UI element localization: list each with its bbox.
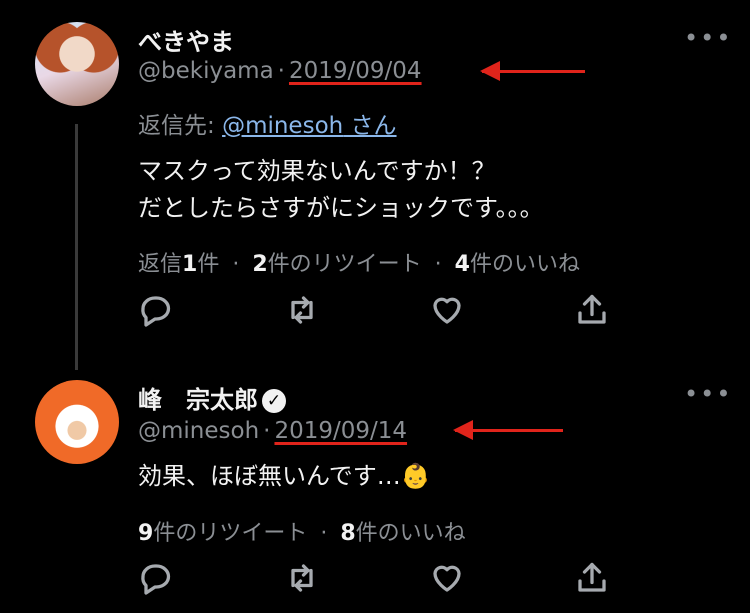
tweet1-meta-separator: ·	[277, 58, 285, 84]
annotation-arrow-2	[453, 420, 563, 440]
reply-to-suffix: さん	[343, 113, 397, 139]
retweets-stat[interactable]: 9件のリツイート	[138, 521, 307, 546]
likes-count: 4	[454, 252, 470, 277]
retweet-icon[interactable]	[284, 292, 320, 328]
verified-badge-icon: ✓	[262, 389, 286, 413]
retweets-stat[interactable]: 2件のリツイート	[252, 252, 421, 277]
stats-separator: ·	[434, 252, 442, 277]
tweet1-meta: @bekiyama · 2019/09/04	[138, 58, 422, 84]
stats-separator: ·	[320, 521, 328, 546]
tweet2-more-icon[interactable]: •••	[684, 380, 732, 408]
tweet2-meta-separator: ·	[263, 418, 271, 444]
heart-icon[interactable]	[429, 560, 465, 596]
tweet2-name-row: 峰 宗太郎 ✓	[138, 380, 286, 415]
retweets-count: 2	[252, 252, 268, 277]
share-icon[interactable]	[574, 560, 610, 596]
reply-to-link[interactable]: @minesoh さん	[222, 113, 396, 139]
tweet1-handle[interactable]: @bekiyama	[138, 58, 274, 84]
heart-icon[interactable]	[429, 292, 465, 328]
avatar-bekiyama[interactable]	[35, 22, 119, 106]
tweet2-handle[interactable]: @minesoh	[138, 418, 259, 444]
retweets-label: 件のリツイート	[267, 252, 422, 277]
tweet2-meta: @minesoh · 2019/09/14	[138, 418, 407, 444]
likes-label: 件のいいね	[355, 521, 466, 546]
stats-separator: ·	[232, 252, 240, 277]
share-icon[interactable]	[574, 292, 610, 328]
reply-to-handle: @minesoh	[222, 113, 344, 139]
annotation-arrow-1	[480, 61, 585, 81]
likes-stat[interactable]: 4件のいいね	[455, 252, 580, 277]
likes-label: 件のいいね	[469, 252, 580, 277]
tweet1-date[interactable]: 2019/09/04	[289, 58, 422, 84]
replies-label: 返信	[138, 252, 183, 277]
retweets-label: 件のリツイート	[153, 521, 308, 546]
tweet1-more-icon[interactable]: •••	[684, 24, 732, 52]
tweet1-stats: 返信1件 · 2件のリツイート · 4件のいいね	[138, 246, 580, 278]
thread-connector-line	[75, 124, 78, 370]
replies-unit: 件	[197, 252, 220, 277]
reply-icon[interactable]	[137, 560, 173, 596]
avatar-minesoh[interactable]	[35, 380, 119, 464]
retweets-count: 9	[138, 521, 154, 546]
tweet2-stats: 9件のリツイート · 8件のいいね	[138, 515, 466, 547]
reply-icon[interactable]	[137, 292, 173, 328]
likes-count: 8	[340, 521, 356, 546]
replies-stat[interactable]: 返信1件	[138, 252, 219, 277]
tweet1-text-line1: マスクって効果ないんですか！？	[138, 157, 496, 185]
tweet1-display-name[interactable]: べきやま	[138, 22, 234, 57]
tweet2-text: 効果、ほぼ無いんです…👶	[138, 462, 431, 490]
tweet1-text: マスクって効果ないんですか！？ だとしたらさすがにショックです。。。	[138, 153, 544, 227]
tweet1-text-line2: だとしたらさすがにショックです。。。	[138, 194, 544, 222]
tweet2-date[interactable]: 2019/09/14	[274, 418, 407, 444]
retweet-icon[interactable]	[284, 560, 320, 596]
tweet1-reply-context: 返信先: @minesoh さん	[138, 106, 397, 140]
tweet2-display-name[interactable]: 峰 宗太郎	[138, 386, 258, 414]
replies-count: 1	[182, 252, 198, 277]
likes-stat[interactable]: 8件のいいね	[340, 521, 465, 546]
reply-prefix: 返信先:	[138, 113, 223, 139]
